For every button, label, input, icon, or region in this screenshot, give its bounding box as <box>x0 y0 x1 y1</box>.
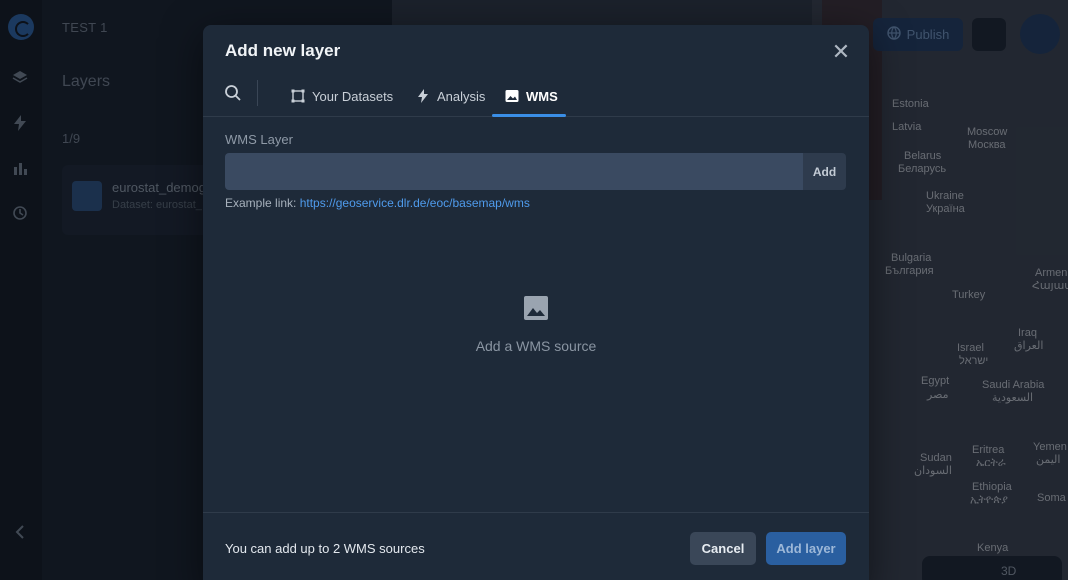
tab-analysis[interactable]: Analysis <box>414 75 487 117</box>
tab-divider <box>257 80 258 106</box>
active-tab-indicator <box>492 114 566 117</box>
close-icon[interactable]: ✕ <box>831 41 851 63</box>
wms-limit-note: You can add up to 2 WMS sources <box>225 541 425 556</box>
example-link-row: Example link: https://geoservice.dlr.de/… <box>225 196 530 210</box>
modal-footer: You can add up to 2 WMS sources Cancel A… <box>203 512 869 580</box>
tab-label: WMS <box>526 88 558 104</box>
image-icon <box>505 89 519 103</box>
example-link[interactable]: https://geoservice.dlr.de/eoc/basemap/wm… <box>300 196 530 210</box>
cancel-button[interactable]: Cancel <box>690 532 756 565</box>
tab-wms[interactable]: WMS <box>503 75 560 117</box>
dataset-frame-icon <box>291 89 305 103</box>
add-layer-button[interactable]: Add layer <box>766 532 846 565</box>
tab-label: Analysis <box>437 88 486 104</box>
modal-tabs: Your Datasets Analysis WMS <box>203 75 869 117</box>
add-layer-modal: Add new layer ✕ Your Datasets Analysis W… <box>203 25 869 580</box>
tab-label: Your Datasets <box>312 88 394 104</box>
search-icon[interactable] <box>224 84 242 102</box>
image-placeholder-icon <box>523 295 549 321</box>
wms-layer-label: WMS Layer <box>225 132 293 147</box>
modal-title: Add new layer <box>225 41 341 60</box>
empty-state-text: Add a WMS source <box>475 338 597 354</box>
lightning-icon <box>416 89 430 103</box>
add-wms-button[interactable]: Add <box>803 153 846 190</box>
tab-your-datasets[interactable]: Your Datasets <box>289 75 395 117</box>
wms-url-input[interactable] <box>225 153 803 190</box>
example-prefix: Example link: <box>225 196 297 210</box>
